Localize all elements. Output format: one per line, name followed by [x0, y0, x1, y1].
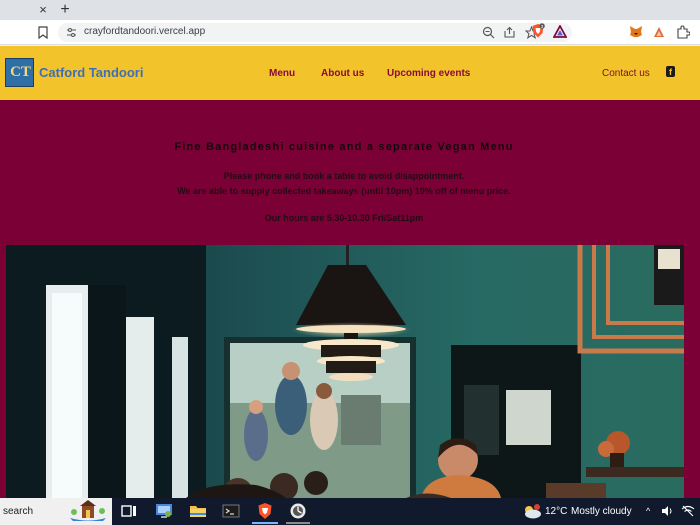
browser-toolbar: crayfordtandoori.vercel.app 3	[0, 20, 700, 45]
task-view-icon[interactable]	[120, 502, 138, 520]
bookmark-icon[interactable]	[38, 26, 48, 39]
control-panel-icon[interactable]	[155, 502, 173, 520]
facebook-icon[interactable]: f	[666, 66, 675, 77]
share-icon[interactable]	[503, 26, 516, 39]
hero-hours-text: Our hours are 5.30-10.30 Fri/Sat11pm	[264, 213, 424, 223]
brave-rewards-icon[interactable]	[553, 25, 567, 38]
hero-takeaway-text: We are able to supply collected takeaway…	[177, 186, 511, 196]
new-tab-button[interactable]: +	[57, 1, 73, 19]
brave-browser-icon[interactable]	[256, 502, 274, 520]
weather-temperature[interactable]: 12°C	[545, 506, 567, 517]
taskbar-search-text[interactable]: search	[3, 506, 33, 517]
tab-close-icon[interactable]: ×	[36, 2, 50, 18]
taskbar: search 12°C Mostly cloudy ^	[0, 498, 700, 525]
search-highlight-art-icon	[70, 500, 106, 521]
url-text[interactable]: crayfordtandoori.vercel.app	[84, 26, 205, 37]
brave-shields-icon[interactable]: 3	[531, 23, 545, 39]
logo-letters: CT	[10, 64, 31, 80]
pinned-app-icon[interactable]	[289, 502, 307, 520]
volume-icon[interactable]	[661, 505, 674, 517]
site-logo[interactable]: CT	[5, 58, 34, 87]
open-app-indicator	[286, 522, 310, 524]
metamask-extension-icon[interactable]	[629, 25, 643, 39]
taskbar-search-box[interactable]: search	[0, 498, 112, 525]
terminal-icon[interactable]	[222, 502, 240, 520]
website-viewport: CT Catford Tandoori Menu About us Upcomi…	[0, 46, 700, 498]
nav-contact-link[interactable]: Contact us	[602, 68, 650, 79]
restaurant-interior-photo	[6, 245, 684, 498]
hero-headline: Fine Bangladeshi cuisine and a separate …	[174, 141, 514, 153]
weather-description[interactable]: Mostly cloudy	[571, 506, 632, 517]
extension-triangle-icon[interactable]	[653, 25, 665, 39]
network-disconnected-icon[interactable]	[681, 505, 695, 517]
nav-menu-link[interactable]: Menu	[269, 68, 295, 79]
file-explorer-icon[interactable]	[189, 502, 207, 520]
nav-about-link[interactable]: About us	[321, 68, 364, 79]
zoom-icon[interactable]	[482, 26, 495, 39]
address-bar[interactable]: crayfordtandoori.vercel.app	[58, 23, 572, 42]
tab-strip: × +	[0, 0, 700, 20]
weather-cloudy-icon[interactable]	[522, 504, 542, 519]
hero-booking-text: Please phone and book a table to avoid d…	[223, 171, 465, 181]
site-info-icon[interactable]	[66, 27, 77, 38]
site-brand-link[interactable]: Catford Tandoori	[39, 65, 143, 80]
site-navbar: CT Catford Tandoori Menu About us Upcomi…	[0, 46, 700, 100]
nav-events-link[interactable]: Upcoming events	[387, 68, 470, 79]
extensions-icon[interactable]	[676, 25, 690, 39]
tray-overflow-chevron-icon[interactable]: ^	[646, 506, 650, 516]
active-app-indicator	[252, 522, 278, 524]
